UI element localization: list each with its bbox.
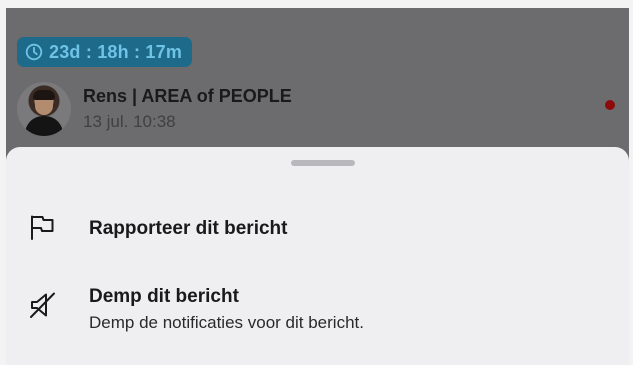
- report-message-action[interactable]: Rapporteer dit bericht: [6, 199, 629, 259]
- screen-edge-right: [629, 0, 633, 365]
- mute-icon: [29, 291, 57, 324]
- avatar: [17, 82, 71, 136]
- mute-message-description: Demp de notificaties voor dit bericht.: [89, 313, 364, 332]
- flag-icon: [29, 214, 55, 245]
- screen: 23d : 18h : 17m Rens | AREA of PEOPLE 13…: [0, 0, 633, 365]
- screen-edge-top: [0, 0, 633, 8]
- mute-message-label: Demp dit bericht: [89, 286, 239, 307]
- countdown-text: 23d : 18h : 17m: [49, 41, 183, 62]
- countdown-badge: 23d : 18h : 17m: [17, 37, 193, 67]
- message-timestamp: 13 jul. 10:38: [83, 112, 176, 131]
- report-message-label: Rapporteer dit bericht: [89, 218, 288, 239]
- sheet-drag-handle[interactable]: [291, 160, 355, 166]
- clock-icon: [25, 43, 43, 61]
- sender-name: Rens | AREA of PEOPLE: [83, 86, 292, 106]
- mute-message-action[interactable]: Demp dit bericht Demp de notificaties vo…: [6, 275, 629, 345]
- unread-indicator: [605, 100, 615, 110]
- action-bottom-sheet: Rapporteer dit bericht Demp dit bericht …: [6, 147, 629, 365]
